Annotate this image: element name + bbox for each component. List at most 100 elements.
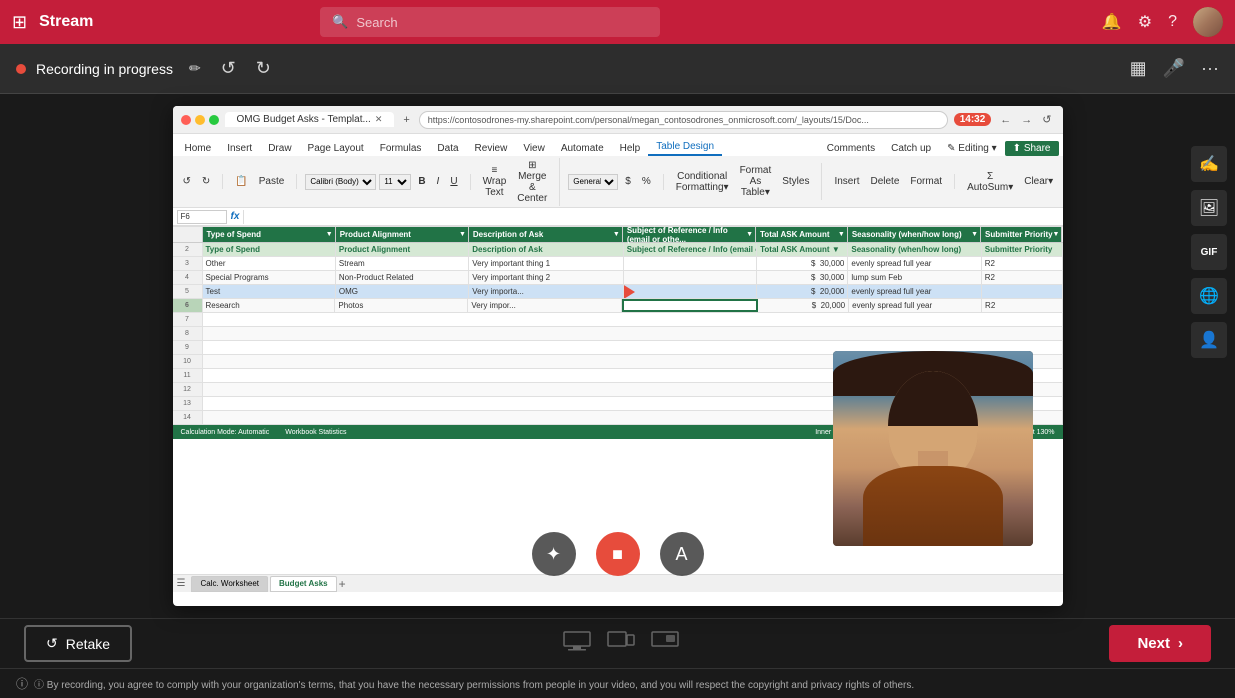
browser-close-btn[interactable] (181, 115, 191, 125)
side-icon-globe[interactable]: 🌐 (1191, 278, 1227, 314)
search-input[interactable] (356, 15, 648, 30)
italic-btn[interactable]: I (433, 174, 444, 189)
currency-btn[interactable]: $ (621, 174, 635, 189)
cell-5-1[interactable]: Test (203, 285, 336, 298)
retake-button[interactable]: ↺ Retake (24, 625, 132, 662)
next-button[interactable]: Next › (1109, 625, 1211, 662)
ribbon-tab-page-layout[interactable]: Page Layout (300, 141, 372, 156)
help-icon[interactable]: ? (1168, 13, 1177, 31)
more-options-icon[interactable]: ··· (1201, 58, 1219, 79)
cell-5-2[interactable]: OMG (336, 285, 469, 298)
cell-6-7[interactable]: R2 (982, 299, 1062, 312)
cell-6-6[interactable]: evenly spread full year (849, 299, 982, 312)
stop-recording-btn[interactable]: ■ (596, 532, 640, 576)
cell-4-1[interactable]: Special Programs (203, 271, 336, 284)
browser-forward-btn[interactable]: → (1018, 113, 1035, 127)
ribbon-tab-automate[interactable]: Automate (553, 141, 612, 156)
filter-icon-5[interactable]: ▼ (838, 231, 845, 238)
ribbon-tab-home[interactable]: Home (177, 141, 220, 156)
cell-2-2[interactable]: Product Alignment (336, 243, 469, 256)
cell-2-4[interactable]: Subject of Reference / Info (email or ot… (624, 243, 757, 256)
cell-3-1[interactable]: Other (203, 257, 336, 270)
redo-toolbar-btn[interactable]: ↻ (198, 174, 214, 189)
browser-back-btn[interactable]: ← (997, 113, 1014, 127)
side-icon-pen[interactable]: ✍ (1191, 146, 1227, 182)
catch-up-btn[interactable]: Catch up (883, 141, 939, 156)
name-box[interactable]: F6 (177, 210, 227, 224)
ribbon-tab-insert[interactable]: Insert (219, 141, 260, 156)
screen-select-btn-3[interactable] (651, 631, 679, 657)
cell-3-5[interactable]: $ 30,000 (757, 257, 848, 270)
conditional-format-btn[interactable]: Conditional Formatting▾ (672, 169, 733, 195)
undo-toolbar-btn[interactable]: ↺ (179, 174, 195, 189)
bold-btn[interactable]: B (414, 174, 429, 189)
cell-6-3[interactable]: Very impor... (468, 299, 622, 312)
cell-6-4[interactable] (622, 299, 758, 312)
mic-icon[interactable]: 🎤 (1163, 58, 1185, 79)
screen-select-btn-1[interactable] (563, 631, 591, 657)
side-icon-user[interactable]: 👤 (1191, 322, 1227, 358)
paste-btn[interactable]: Paste (255, 174, 289, 189)
settings-icon[interactable]: ⚙ (1138, 12, 1152, 32)
cell-styles-btn[interactable]: Styles (778, 174, 813, 189)
ribbon-tab-formulas[interactable]: Formulas (372, 141, 430, 156)
number-format-select[interactable]: General (568, 174, 618, 190)
browser-tab-close-icon[interactable]: ✕ (375, 114, 383, 125)
cell-3-7[interactable]: R2 (982, 257, 1063, 270)
font-size-select[interactable]: 11 (379, 174, 411, 190)
cell-6-2[interactable]: Photos (335, 299, 468, 312)
cell-4-6[interactable]: lump sum Feb (848, 271, 981, 284)
undo-button[interactable]: ↺ (217, 54, 240, 83)
font-family-select[interactable]: Calibri (Body) (305, 174, 376, 190)
delete-cells-btn[interactable]: Delete (866, 174, 903, 189)
filter-icon-7[interactable]: ▼ (1053, 231, 1060, 238)
cell-3-4[interactable] (624, 257, 757, 270)
fill-btn[interactable]: Clear▾ (1020, 174, 1057, 189)
cell-5-4[interactable] (624, 285, 757, 298)
merge-center-btn[interactable]: ⊞ Merge & Center (513, 158, 551, 206)
cell-5-6[interactable]: evenly spread full year (848, 285, 981, 298)
cell-2-5[interactable]: Total ASK Amount ▼ (757, 243, 848, 256)
filter-icon-2[interactable]: ▼ (459, 231, 466, 238)
filter-icon-3[interactable]: ▼ (613, 231, 620, 238)
browser-maximize-btn[interactable] (209, 115, 219, 125)
cell-2-1[interactable]: Type of Spend (203, 243, 336, 256)
formula-content[interactable] (243, 210, 1058, 224)
cell-4-4[interactable] (624, 271, 757, 284)
share-btn[interactable]: ⬆ Share (1005, 141, 1059, 156)
cell-6-5[interactable]: $ 20,000 (758, 299, 849, 312)
cell-4-2[interactable]: Non-Product Related (336, 271, 469, 284)
cell-3-3[interactable]: Very important thing 1 (469, 257, 623, 270)
sheet-tab-calc[interactable]: Calc. Worksheet (191, 576, 268, 592)
cell-5-7[interactable] (982, 285, 1063, 298)
side-icon-gif[interactable]: GIF (1191, 234, 1227, 270)
layout-icon[interactable]: ▦ (1130, 58, 1147, 79)
underline-btn[interactable]: U (446, 174, 461, 189)
grid-icon[interactable]: ⊞ (12, 12, 27, 33)
redo-button[interactable]: ↻ (252, 54, 275, 83)
cell-2-6[interactable]: Seasonality (when/how long) (848, 243, 981, 256)
cell-4-5[interactable]: $ 30,000 (757, 271, 848, 284)
browser-tab[interactable]: OMG Budget Asks - Templat... ✕ (225, 112, 395, 127)
notification-icon[interactable]: 🔔 (1102, 12, 1122, 32)
browser-minimize-btn[interactable] (195, 115, 205, 125)
pen-button[interactable]: ✏ (185, 56, 205, 81)
filter-icon-6[interactable]: ▼ (971, 231, 978, 238)
filter-icon-4[interactable]: ▼ (746, 231, 753, 238)
cell-2-7[interactable]: Submitter Priority (982, 243, 1063, 256)
text-overlay-btn[interactable]: A (660, 532, 704, 576)
cell-4-3[interactable]: Very important thing 2 (469, 271, 623, 284)
cell-3-6[interactable]: evenly spread full year (848, 257, 981, 270)
comments-btn[interactable]: Comments (819, 141, 883, 156)
ribbon-tab-view[interactable]: View (515, 141, 553, 156)
side-icon-image[interactable]: 🖼 (1191, 190, 1227, 226)
ribbon-tab-draw[interactable]: Draw (260, 141, 299, 156)
autosum-btn[interactable]: Σ AutoSum▾ (963, 169, 1017, 195)
cell-4-7[interactable]: R2 (982, 271, 1063, 284)
browser-address-bar[interactable]: https://contosodrones-my.sharepoint.com/… (419, 111, 948, 129)
cell-6-1[interactable]: Research (203, 299, 336, 312)
sort-btn[interactable]: Sort & Filter▾ (1060, 163, 1062, 200)
cell-2-3[interactable]: Description of Ask (469, 243, 623, 256)
ribbon-tab-table-design[interactable]: Table Design (648, 139, 722, 156)
wrap-text-btn[interactable]: ≡ Wrap Text (479, 163, 511, 200)
